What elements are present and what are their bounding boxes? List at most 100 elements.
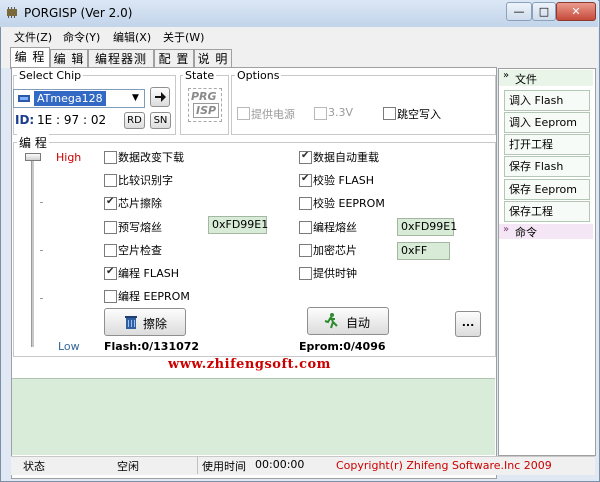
checkbox-lock-chip[interactable] [299,244,312,257]
prewrite-fuse-label: 预写熔丝 [118,221,162,234]
website-text: www.zhifengsoft.com [168,357,331,372]
copyright-text: Copyright(r) Zhifeng Software.Inc 2009 [336,459,552,472]
erase-button[interactable]: 擦除 [104,308,186,336]
chevron-down-icon[interactable]: ▼ [128,90,143,107]
status-divider [197,456,198,474]
checkbox-prewrite-fuse[interactable] [104,221,117,234]
save-eeprom-button[interactable]: 保存 Eeprom [504,179,590,200]
flash-counter: Flash:0/131072 [104,340,200,353]
command-header[interactable]: » 命令 [499,224,593,239]
status-label: 状态 [23,460,45,473]
eprom-counter: Eprom:0/4096 [299,340,386,353]
file-header[interactable]: » 文件 [499,70,593,86]
checkbox-program-fuse[interactable] [299,221,312,234]
program-fuse-value[interactable]: 0xFD99E1 [397,218,457,236]
save-project-button[interactable]: 保存工程 [504,201,590,222]
checkbox-power-supply[interactable] [237,107,250,120]
logo-isp-text: ISP [193,103,220,118]
slider-thumb[interactable] [25,153,41,161]
read-id-button[interactable]: RD [124,112,145,129]
chevron-double-right-icon: » [503,224,510,235]
select-chip-label: Select Chip [17,69,84,82]
status-value: 空闲 [117,460,139,473]
file-header-label: 文件 [515,73,537,86]
elapsed-time-value: 00:00:00 [255,458,305,471]
prg-isp-logo: PRG ISP [188,88,222,122]
download-on-change-label: 数据改变下载 [118,151,184,164]
slider-tick [40,202,43,203]
id-label: ID: [15,113,35,127]
verify-eeprom-label: 校验 EEPROM [313,197,385,210]
load-flash-button[interactable]: 调入 Flash [504,90,590,111]
arrow-right-icon[interactable] [150,87,170,107]
chevron-double-down-icon: » [503,70,510,81]
tab-programmer-test[interactable]: 编程器测试 [88,49,154,84]
open-project-button[interactable]: 打开工程 [504,134,590,155]
power-supply-label: 提供电源 [251,108,295,121]
menu-command[interactable]: 命令(Y) [63,29,100,45]
prewrite-fuse-value[interactable]: 0xFD99E1 [208,216,268,234]
checkbox-program-eeprom[interactable] [104,290,117,303]
app-chip-icon [7,7,17,18]
maximize-button[interactable]: □ [532,2,556,21]
checkbox-chip-erase[interactable] [104,196,117,210]
slider-track [31,156,34,347]
load-eeprom-button[interactable]: 调入 Eeprom [504,112,590,133]
trash-icon [125,316,137,329]
minimize-button[interactable]: — [506,2,532,21]
chip-erase-label: 芯片擦除 [118,197,162,210]
checkbox-blank-check[interactable] [104,244,117,257]
3v3-label: 3.3V [328,106,354,119]
chip-icon [18,95,30,102]
checkbox-3v3[interactable] [314,107,327,120]
tab-config[interactable]: 配 置 [154,49,194,68]
slider-tick [40,298,43,299]
save-flash-button[interactable]: 保存 Flash [504,156,590,177]
skip-blank-label: 跳空写入 [397,108,441,121]
checkbox-provide-clock[interactable] [299,267,312,280]
menu-about[interactable]: 关于(W) [163,29,204,45]
checkbox-compare-signature[interactable] [104,174,117,187]
lock-chip-label: 加密芯片 [313,244,357,257]
chip-select[interactable]: ATmega128 ▼ [13,89,145,108]
compare-signature-label: 比较识别字 [118,174,173,187]
checkbox-verify-eeprom[interactable] [299,197,312,210]
tab-program[interactable]: 编 程 [10,47,50,69]
log-area[interactable] [12,378,495,455]
program-fuse-label: 编程熔丝 [313,221,357,234]
running-man-icon [324,313,338,329]
logo-prg-text: PRG [191,90,217,103]
auto-button[interactable]: 自动 [307,307,389,335]
low-label: Low [58,340,80,353]
lock-bits-value[interactable]: 0xFF [397,242,450,260]
options-group [231,75,496,135]
chip-select-value: ATmega128 [34,91,106,106]
more-button[interactable]: ... [455,311,481,337]
verify-flash-label: 校验 FLASH [313,174,374,187]
options-label: Options [235,69,282,82]
provide-clock-label: 提供时钟 [313,267,357,280]
program-eeprom-label: 编程 EEPROM [118,290,190,303]
serial-number-button[interactable]: SN [150,112,171,129]
program-group-label: 编 程 [17,134,49,151]
high-label: High [56,151,82,164]
window-title: PORGISP (Ver 2.0) [24,6,133,20]
checkbox-skip-blank[interactable] [383,107,396,120]
checkbox-program-flash[interactable] [104,266,117,280]
command-header-label: 命令 [515,226,537,239]
close-button[interactable]: ✕ [556,2,596,21]
tab-edit[interactable]: 编 辑 [50,49,88,68]
tab-help[interactable]: 说 明 [194,49,232,68]
checkbox-verify-flash[interactable] [299,173,312,187]
menu-edit[interactable]: 编辑(X) [113,29,151,45]
chip-id-value: 1E : 97 : 02 [37,113,107,127]
slider-tick [40,250,43,251]
elapsed-time-label: 使用时间 [202,460,246,473]
checkbox-download-on-change[interactable] [104,151,117,164]
auto-button-label: 自动 [346,316,371,330]
blank-check-label: 空片检查 [118,244,162,257]
checkbox-auto-reload[interactable] [299,150,312,164]
state-label: State [183,69,217,82]
menu-file[interactable]: 文件(Z) [14,29,52,45]
auto-reload-label: 数据自动重载 [313,151,379,164]
